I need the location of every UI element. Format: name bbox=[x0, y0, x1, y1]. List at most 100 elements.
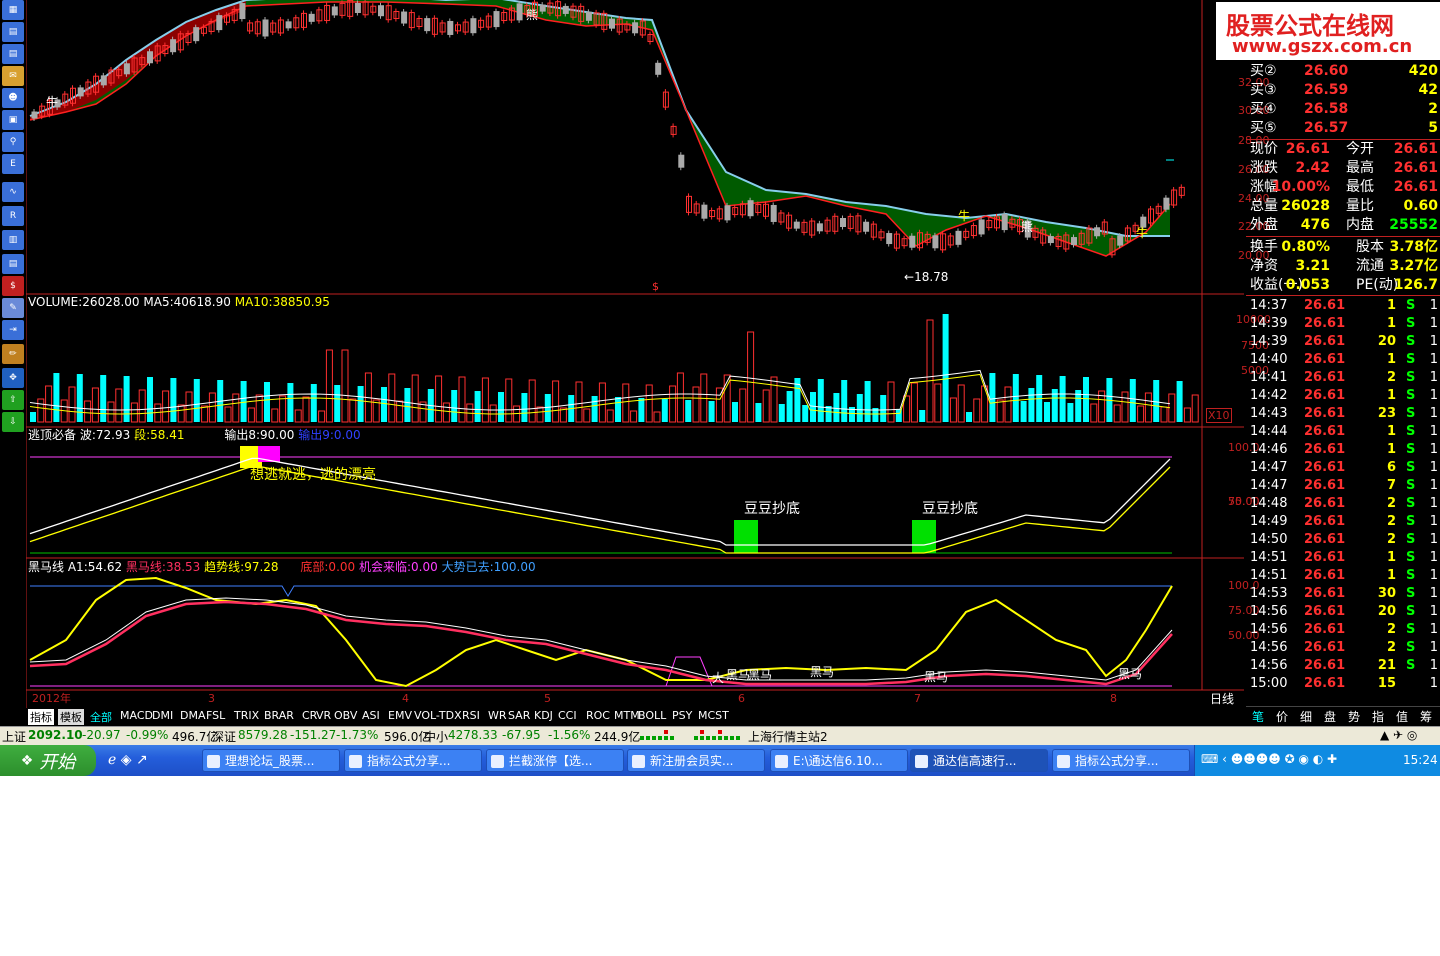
indicator-tab[interactable]: BOLL bbox=[638, 709, 666, 722]
quote-tab[interactable]: 指 bbox=[1372, 708, 1384, 725]
taskbar-task[interactable]: 拦截涨停【选... bbox=[486, 749, 624, 772]
volume-bar bbox=[411, 374, 419, 423]
indicator-tab[interactable]: CCI bbox=[558, 709, 577, 722]
indicator-tab[interactable]: BRAR bbox=[264, 709, 294, 722]
indicator-tab[interactable]: MACD bbox=[120, 709, 153, 722]
indicator-tab[interactable]: MCST bbox=[698, 709, 729, 722]
indicator-tab[interactable]: MTM bbox=[614, 709, 640, 722]
quote-tab[interactable]: 势 bbox=[1348, 708, 1360, 725]
ind2-header: 黑马线 A1:54.62 黑马线:38.53 趋势线:97.28 底部:0.00… bbox=[28, 560, 536, 574]
toolbar-icon-12[interactable]: ▤ bbox=[2, 254, 24, 274]
chart-canvas: $ bbox=[25, 0, 1244, 710]
tick-count: 1 bbox=[1429, 658, 1438, 673]
volume-bar bbox=[708, 401, 715, 422]
bid-row: 买④ 26.58 2 bbox=[1246, 100, 1440, 118]
taskbar-task[interactable]: E:\通达信6.10... bbox=[770, 749, 908, 772]
indicator-tab[interactable]: TRIX bbox=[234, 709, 259, 722]
indicator-tab[interactable]: 全部 bbox=[90, 709, 112, 725]
tick-time: 14:48 bbox=[1250, 496, 1288, 511]
candle-body bbox=[1117, 235, 1124, 246]
quicklaunch-icons[interactable]: ℯ ◈ ↗ bbox=[108, 752, 148, 768]
period-label[interactable]: 日线 bbox=[1210, 692, 1234, 706]
tick-time: 14:43 bbox=[1250, 406, 1288, 421]
tick-time: 14:56 bbox=[1250, 640, 1288, 655]
candle-body bbox=[932, 235, 939, 249]
indicator-tab[interactable]: DMA bbox=[180, 709, 206, 722]
volume-bar bbox=[442, 402, 450, 423]
indicator-tab[interactable]: 模板 bbox=[58, 709, 84, 725]
volume-bar bbox=[1083, 377, 1089, 422]
toolbar-icon-11[interactable]: ▥ bbox=[2, 230, 24, 250]
indicator-tab[interactable]: SAR bbox=[508, 709, 530, 722]
volume-bar bbox=[887, 381, 895, 423]
toolbar-icon-9[interactable]: ∿ bbox=[2, 182, 24, 202]
toolbar-icon-7[interactable]: ⚲ bbox=[2, 132, 24, 152]
toolbar-icon-8[interactable]: E bbox=[2, 154, 24, 174]
toolbar-icon-up[interactable]: ⇧ bbox=[2, 390, 24, 410]
taskbar-task[interactable]: 通达信高速行... bbox=[910, 749, 1048, 772]
tick-count: 1 bbox=[1429, 316, 1438, 331]
tick-side: S bbox=[1406, 658, 1416, 673]
stat-label: 现价 bbox=[1250, 141, 1278, 157]
toolbar-icon-3[interactable]: ▤ bbox=[2, 44, 24, 64]
toolbar-icon-1[interactable]: ▦ bbox=[2, 0, 24, 20]
chart-area[interactable]: $ 32.00 30.00 28.00 26.00 24.00 22.00 20… bbox=[25, 0, 1271, 710]
tick-count: 1 bbox=[1429, 406, 1438, 421]
toolbar-icon-14[interactable]: ✎ bbox=[2, 298, 24, 318]
toolbar-icon-move[interactable]: ✥ bbox=[2, 368, 24, 388]
volume-bar bbox=[957, 384, 965, 423]
volume-bar bbox=[942, 314, 949, 422]
quote-tab[interactable]: 盘 bbox=[1324, 708, 1336, 725]
indicator-tab[interactable]: 指标 bbox=[28, 709, 54, 725]
taskbar-task[interactable]: 理想论坛_股票... bbox=[202, 749, 340, 772]
toolbar-icon-down[interactable]: ⇩ bbox=[2, 412, 24, 432]
toolbar-icon-4[interactable]: ✉ bbox=[2, 66, 24, 86]
volume-bar bbox=[934, 383, 942, 423]
toolbar-icon-6[interactable]: ▣ bbox=[2, 110, 24, 130]
stat-row: 涨跌 2.42 最高 26.61 bbox=[1246, 159, 1440, 177]
horse-line bbox=[29, 600, 1173, 686]
taskbar-task[interactable]: 新注册会员实... bbox=[627, 749, 765, 772]
indicator-tab[interactable]: ASI bbox=[362, 709, 380, 722]
taskbar-task[interactable]: 指标公式分享... bbox=[344, 749, 482, 772]
toolbar-icon-5[interactable]: ☻ bbox=[2, 88, 24, 108]
bull-signal-2: 牛 bbox=[958, 209, 971, 223]
volume-bar bbox=[170, 378, 177, 422]
volume-bar bbox=[645, 384, 653, 423]
toolbar-icon-pencil[interactable]: ✏ bbox=[2, 344, 24, 364]
indicator-tab[interactable]: ROC bbox=[586, 709, 610, 722]
indicator-tab[interactable]: OBV bbox=[334, 709, 357, 722]
x-month: 5 bbox=[544, 692, 551, 705]
start-button[interactable]: ❖ 开始 bbox=[0, 745, 96, 776]
indicator-tab[interactable]: FSL bbox=[206, 709, 225, 722]
indicator-tab[interactable]: EMV bbox=[388, 709, 412, 722]
quote-tab[interactable]: 筹 bbox=[1420, 708, 1432, 725]
indicator-tab[interactable]: WR bbox=[488, 709, 507, 722]
watermark-url: www.gszx.com.cn bbox=[1232, 36, 1413, 57]
indicator-tab[interactable]: KDJ bbox=[534, 709, 553, 722]
taskbar-task[interactable]: 指标公式分享... bbox=[1052, 749, 1190, 772]
indicator-tab[interactable]: DMI bbox=[152, 709, 173, 722]
tray-icons[interactable]: ⌨ ‹ ☻☻☻☻ ✪ ◉ ◐ ✚ bbox=[1201, 752, 1337, 766]
volume-bar bbox=[224, 406, 232, 423]
stat-label: 股本 bbox=[1356, 239, 1384, 255]
quote-tab[interactable]: 笔 bbox=[1252, 708, 1264, 725]
tick-volume: 1 bbox=[1386, 388, 1396, 403]
volume-bar bbox=[973, 398, 981, 423]
indicator-tab[interactable]: VR bbox=[316, 709, 331, 722]
horse-text-1: 黑马 bbox=[726, 668, 751, 682]
toolbar-icon-2[interactable]: ▤ bbox=[2, 22, 24, 42]
indicator-tab[interactable]: PSY bbox=[672, 709, 692, 722]
indicator-tab[interactable]: RSI bbox=[462, 709, 480, 722]
quote-tab[interactable]: 值 bbox=[1396, 708, 1408, 725]
quote-tab[interactable]: 细 bbox=[1300, 708, 1312, 725]
toolbar-icon-10[interactable]: R bbox=[2, 206, 24, 226]
candle-body bbox=[470, 18, 477, 34]
stat-label: 涨跌 bbox=[1250, 160, 1278, 176]
quote-tab[interactable]: 价 bbox=[1276, 708, 1288, 725]
toolbar-icon-15[interactable]: ⇥ bbox=[2, 320, 24, 340]
volume-bar bbox=[638, 398, 645, 422]
toolbar-icon-dollar[interactable]: $ bbox=[2, 276, 24, 296]
indicator-tab[interactable]: VOL-TDX bbox=[414, 709, 462, 722]
tick-count: 1 bbox=[1429, 388, 1438, 403]
